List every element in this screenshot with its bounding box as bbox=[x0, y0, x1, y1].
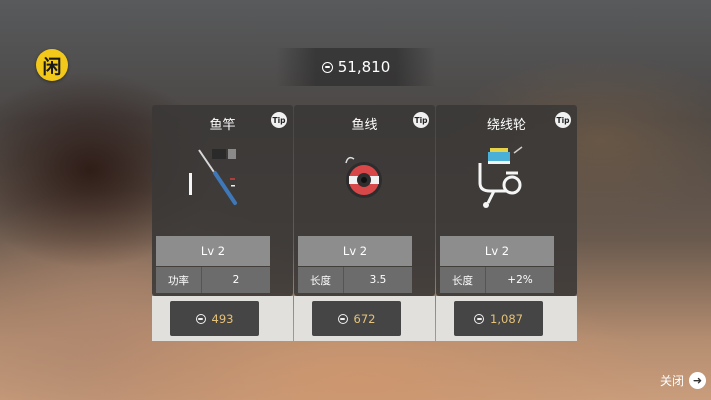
rod-upgrade-button[interactable]: 493 bbox=[170, 301, 259, 336]
stat-row: 功率 2 bbox=[156, 267, 270, 293]
coin-icon bbox=[321, 61, 333, 73]
stat-label: 长度 bbox=[440, 267, 486, 293]
level-row: Lv 2 bbox=[156, 236, 270, 266]
arrow-right-icon: ➜ bbox=[689, 372, 707, 389]
fishing-reel-icon bbox=[478, 146, 523, 208]
stat-row: 长度 3.5 bbox=[298, 267, 412, 293]
reel-upgrade-panel: 1,087 bbox=[436, 296, 577, 341]
tip-button[interactable]: Tip bbox=[271, 112, 287, 128]
logo-glyph: 闲 bbox=[42, 55, 62, 78]
upgrade-price: 672 bbox=[353, 311, 376, 326]
app-logo: 闲 bbox=[36, 49, 68, 81]
reel-upgrade-button[interactable]: 1,087 bbox=[454, 301, 543, 336]
line-card: 鱼线 Tip Lv 2 长度 3.5 bbox=[294, 105, 435, 296]
coin-balance-bar: 51,810 bbox=[276, 48, 436, 86]
tip-button[interactable]: Tip bbox=[413, 112, 429, 128]
fishing-rod-icon bbox=[189, 149, 237, 205]
stat-value: 3.5 bbox=[369, 274, 387, 286]
upgrade-price: 1,087 bbox=[490, 311, 523, 326]
stat-label: 长度 bbox=[298, 267, 344, 293]
coin-icon bbox=[337, 313, 348, 324]
coin-icon bbox=[195, 313, 206, 324]
fishing-line-spool-icon bbox=[345, 156, 382, 198]
upgrade-price: 493 bbox=[211, 311, 234, 326]
level-row: Lv 2 bbox=[298, 236, 412, 266]
level-row: Lv 2 bbox=[440, 236, 554, 266]
line-upgrade-panel: 672 bbox=[294, 296, 435, 341]
coin-icon bbox=[474, 313, 485, 324]
rod-card: 鱼竿 Tip Lv 2 功率 2 bbox=[152, 105, 293, 296]
line-upgrade-button[interactable]: 672 bbox=[312, 301, 401, 336]
coin-balance: 51,810 bbox=[337, 58, 391, 76]
reel-card: 绕线轮 Tip Lv 2 长度 +2% bbox=[436, 105, 577, 296]
tip-button[interactable]: Tip bbox=[555, 112, 571, 128]
close-button[interactable]: 关闭 ➜ bbox=[660, 372, 707, 389]
stat-label: 功率 bbox=[156, 267, 202, 293]
stat-value: 2 bbox=[232, 274, 240, 286]
stat-row: 长度 +2% bbox=[440, 267, 554, 293]
stat-value: +2% bbox=[507, 274, 533, 286]
rod-upgrade-panel: 493 bbox=[152, 296, 293, 341]
close-label: 关闭 bbox=[660, 374, 685, 388]
